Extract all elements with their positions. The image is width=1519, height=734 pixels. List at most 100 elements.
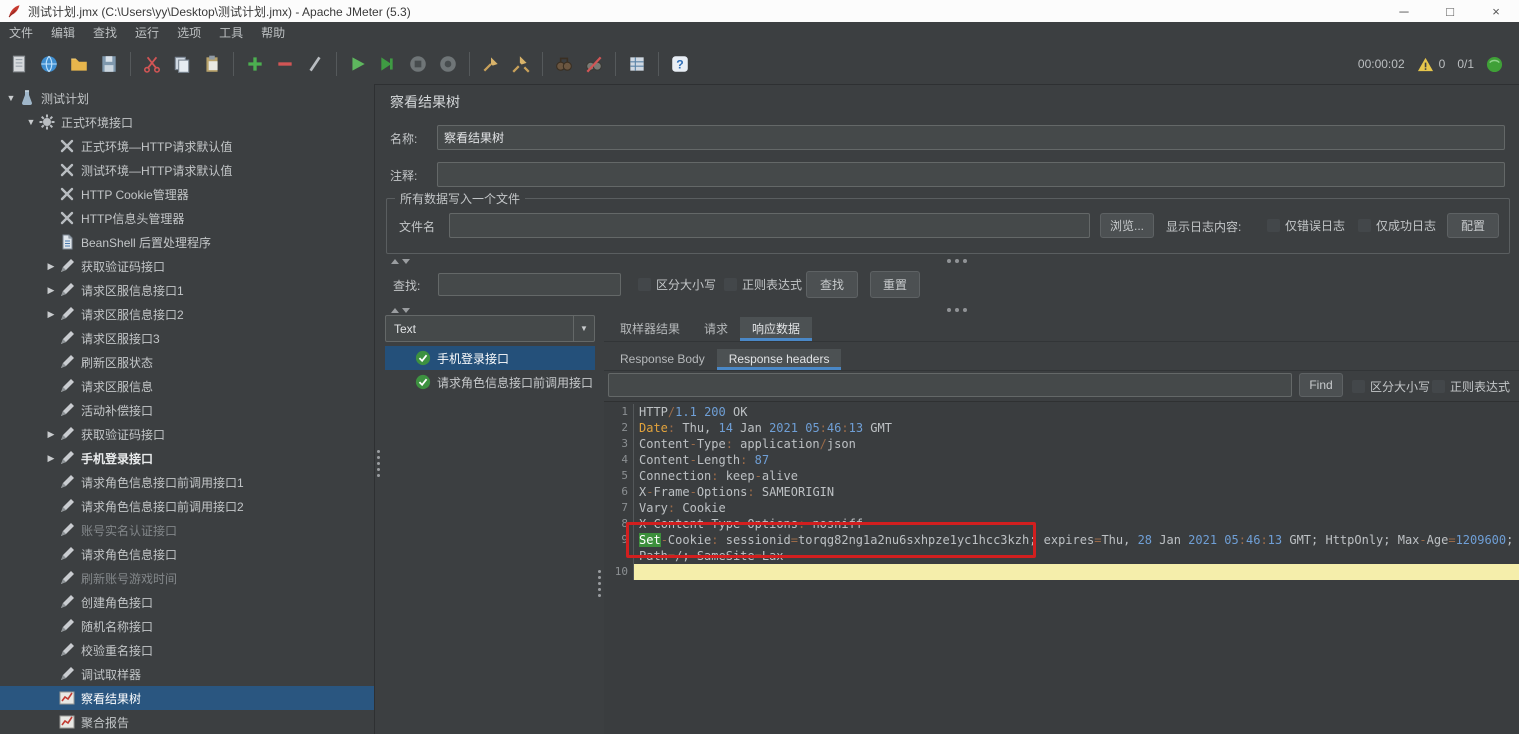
tree-item[interactable]: ▶ 手机登录接口: [0, 446, 374, 470]
tree-item[interactable]: ▶ 获取验证码接口: [0, 254, 374, 278]
horizontal-splitter[interactable]: [385, 256, 1509, 266]
horizontal-splitter[interactable]: [385, 305, 1509, 315]
tab-response-data[interactable]: 响应数据: [740, 317, 813, 341]
tab-sampler-result[interactable]: 取样器结果: [608, 317, 692, 341]
line-number: 10: [604, 564, 634, 580]
toolbar-open-button[interactable]: [64, 49, 94, 79]
case-sensitive-checkbox[interactable]: 区分大小写: [1352, 378, 1430, 395]
filename-input[interactable]: [449, 213, 1090, 238]
toolbar-start-no-pauses-button[interactable]: [373, 49, 403, 79]
tree-item[interactable]: 请求区服接口3: [0, 326, 374, 350]
menu-tools[interactable]: 工具: [210, 22, 252, 44]
tree-item[interactable]: 测试环境—HTTP请求默认值: [0, 158, 374, 182]
expand-arrow-icon[interactable]: ▼: [24, 117, 38, 127]
toolbar-function-helper-button[interactable]: [622, 49, 652, 79]
collapse-arrow-icon[interactable]: ▶: [44, 309, 58, 320]
minimize-button[interactable]: ─: [1381, 0, 1427, 22]
tree-item[interactable]: 请求区服信息: [0, 374, 374, 398]
tree-item[interactable]: 正式环境—HTTP请求默认值: [0, 134, 374, 158]
toolbar-add-button[interactable]: [240, 49, 270, 79]
warning-count: 0: [1438, 57, 1446, 71]
tree-item[interactable]: 请求角色信息接口前调用接口2: [0, 494, 374, 518]
tree-item[interactable]: ▶ 获取验证码接口: [0, 422, 374, 446]
success-only-checkbox[interactable]: 仅成功日志: [1358, 217, 1436, 234]
tree-item[interactable]: 活动补偿接口: [0, 398, 374, 422]
menu-run[interactable]: 运行: [126, 22, 168, 44]
splitter-collapse-icons[interactable]: [391, 258, 410, 264]
tree-item[interactable]: 刷新区服状态: [0, 350, 374, 374]
search-button[interactable]: 查找: [806, 271, 858, 298]
menu-help[interactable]: 帮助: [252, 22, 294, 44]
errors-only-checkbox[interactable]: 仅错误日志: [1267, 217, 1345, 234]
toolbar-save-button[interactable]: [94, 49, 124, 79]
tree-item[interactable]: HTTP Cookie管理器: [0, 182, 374, 206]
tree-item[interactable]: ▼ 正式环境接口: [0, 110, 374, 134]
collapse-arrow-icon[interactable]: ▶: [44, 453, 58, 464]
splitter-grip-icon[interactable]: [598, 570, 601, 573]
tree-item[interactable]: 账号实名认证接口: [0, 518, 374, 542]
tree-item[interactable]: 调试取样器: [0, 662, 374, 686]
regex-checkbox[interactable]: 正则表达式: [1432, 378, 1510, 395]
tree-item[interactable]: ▶ 请求区服信息接口2: [0, 302, 374, 326]
maximize-button[interactable]: □: [1427, 0, 1473, 22]
tree-item[interactable]: ▼ 测试计划: [0, 86, 374, 110]
toolbar-shutdown-button[interactable]: [433, 49, 463, 79]
tab-response-body[interactable]: Response Body: [608, 349, 717, 370]
regex-checkbox[interactable]: 正则表达式: [724, 276, 802, 293]
toolbar-toggle-button[interactable]: [300, 49, 330, 79]
toolbar-stop-button[interactable]: [403, 49, 433, 79]
tree-item[interactable]: BeanShell 后置处理程序: [0, 230, 374, 254]
tree-item[interactable]: 聚合报告: [0, 710, 374, 734]
expand-arrow-icon[interactable]: ▼: [4, 93, 18, 103]
menu-edit[interactable]: 编辑: [42, 22, 84, 44]
result-sample-item[interactable]: 请求角色信息接口前调用接口: [385, 370, 595, 394]
toolbar-help-button[interactable]: ?: [665, 49, 695, 79]
view-mode-select[interactable]: Text ▼: [385, 315, 595, 342]
splitter-grip-icon[interactable]: [377, 450, 380, 453]
tree-item[interactable]: 创建角色接口: [0, 590, 374, 614]
tab-response-headers[interactable]: Response headers: [716, 349, 842, 370]
tree-item[interactable]: 刷新账号游戏时间: [0, 566, 374, 590]
toolbar-start-button[interactable]: [343, 49, 373, 79]
menu-file[interactable]: 文件: [0, 22, 42, 44]
case-sensitive-checkbox[interactable]: 区分大小写: [638, 276, 716, 293]
splitter-collapse-icons[interactable]: [391, 307, 410, 313]
close-button[interactable]: ×: [1473, 0, 1519, 22]
collapse-arrow-icon[interactable]: ▶: [44, 261, 58, 272]
toolbar-search-reset-button[interactable]: [579, 49, 609, 79]
toolbar-copy-button[interactable]: [167, 49, 197, 79]
tab-request[interactable]: 请求: [692, 317, 740, 341]
token: OK: [725, 405, 748, 419]
toolbar-templates-button[interactable]: [34, 49, 64, 79]
response-headers-editor[interactable]: 1 HTTP/1.1 200 OK 2 Date: Thu, 14 Jan 2021 …: [604, 401, 1519, 734]
menu-search[interactable]: 查找: [84, 22, 126, 44]
toolbar-new-button[interactable]: [4, 49, 34, 79]
tree-item[interactable]: 随机名称接口: [0, 614, 374, 638]
tree-item[interactable]: 请求角色信息接口: [0, 542, 374, 566]
toolbar-cut-button[interactable]: [137, 49, 167, 79]
response-search-input[interactable]: [608, 373, 1292, 397]
tree-item[interactable]: ▶ 请求区服信息接口1: [0, 278, 374, 302]
toolbar-remove-button[interactable]: [270, 49, 300, 79]
toolbar-clear-all-button[interactable]: [506, 49, 536, 79]
result-sample-item[interactable]: 手机登录接口: [385, 346, 595, 370]
toolbar-search-button[interactable]: [549, 49, 579, 79]
regex-label: 正则表达式: [742, 278, 803, 292]
tree-item[interactable]: 请求角色信息接口前调用接口1: [0, 470, 374, 494]
comment-input[interactable]: [437, 162, 1505, 187]
collapse-arrow-icon[interactable]: ▶: [44, 429, 58, 440]
find-button[interactable]: Find: [1299, 373, 1343, 397]
tree-item[interactable]: 校验重名接口: [0, 638, 374, 662]
reset-button[interactable]: 重置: [870, 271, 920, 298]
search-input[interactable]: [438, 273, 621, 296]
name-input[interactable]: [437, 125, 1505, 150]
configure-button[interactable]: 配置: [1447, 213, 1499, 238]
browse-button[interactable]: 浏览...: [1100, 213, 1154, 238]
toolbar-paste-button[interactable]: [197, 49, 227, 79]
collapse-arrow-icon[interactable]: ▶: [44, 285, 58, 296]
menu-options[interactable]: 选项: [168, 22, 210, 44]
tree-item[interactable]: 察看结果树: [0, 686, 374, 710]
toolbar-clear-button[interactable]: [476, 49, 506, 79]
tree-item[interactable]: HTTP信息头管理器: [0, 206, 374, 230]
log-warnings-indicator[interactable]: 0: [1417, 56, 1446, 73]
